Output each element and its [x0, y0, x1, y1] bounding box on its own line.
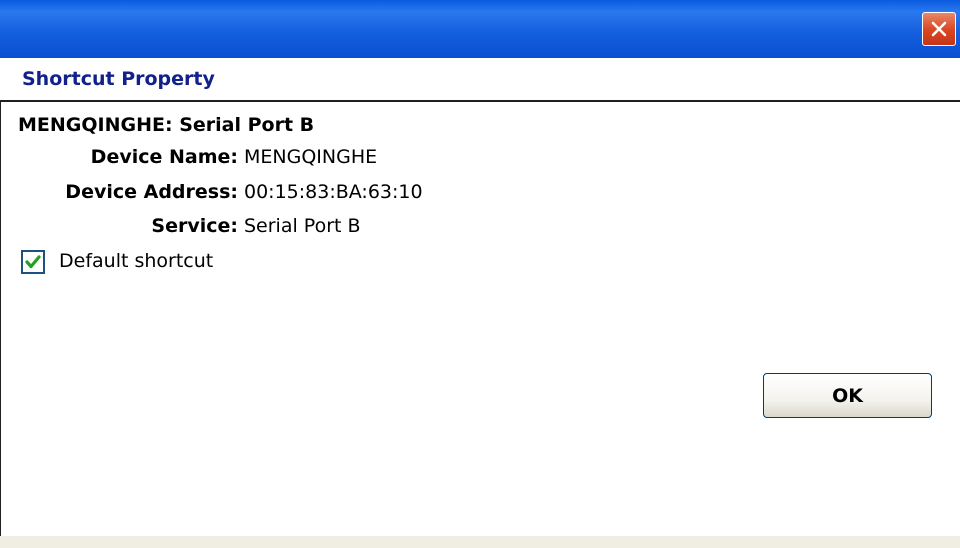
service-row: Service: Serial Port B: [1, 215, 601, 245]
default-shortcut-checkbox[interactable]: [21, 250, 45, 274]
service-value: Serial Port B: [244, 215, 361, 237]
device-service-heading: MENGQINGHE: Serial Port B: [18, 114, 315, 136]
service-label: Service:: [151, 215, 238, 237]
dialog-content: MENGQINGHE: Serial Port B Device Name: M…: [0, 102, 960, 536]
ok-button[interactable]: OK: [763, 373, 932, 418]
footer-strip: [0, 536, 960, 548]
device-address-label: Device Address:: [65, 181, 238, 203]
default-shortcut-label[interactable]: Default shortcut: [59, 250, 213, 272]
dialog-header: Shortcut Property: [0, 58, 960, 102]
device-name-row: Device Name: MENGQINGHE: [1, 146, 601, 176]
device-address-row: Device Address: 00:15:83:BA:63:10: [1, 181, 601, 211]
device-name-label: Device Name:: [90, 146, 238, 168]
device-address-value: 00:15:83:BA:63:10: [244, 181, 423, 203]
close-button[interactable]: [922, 12, 956, 46]
title-bar: [0, 0, 960, 58]
dialog-title: Shortcut Property: [22, 68, 215, 90]
device-name-value: MENGQINGHE: [244, 146, 378, 168]
close-icon: [931, 21, 947, 37]
checkmark-icon: [25, 255, 41, 269]
